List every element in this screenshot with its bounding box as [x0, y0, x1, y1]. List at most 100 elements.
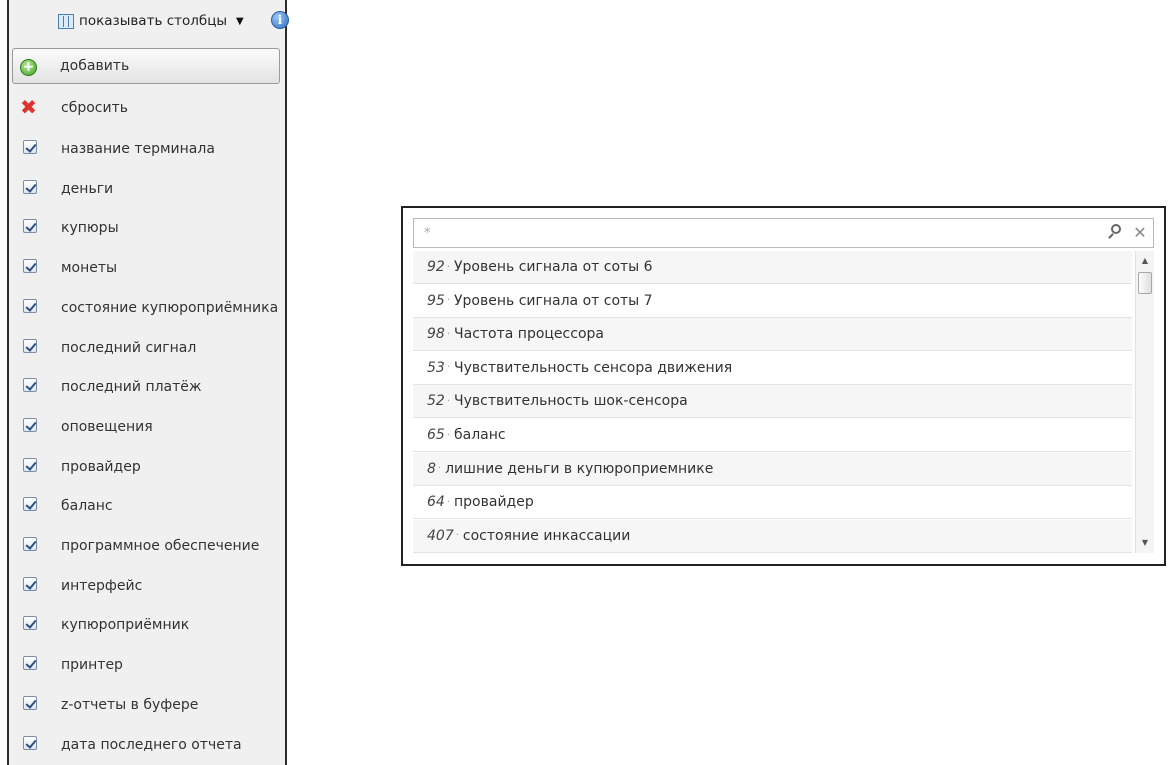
column-toggle-item[interactable]: состояние купюроприёмника [9, 289, 285, 326]
list-item-id: 98 [427, 326, 445, 343]
column-toggle-label: последний сигнал [61, 339, 197, 356]
separator-dot: · [455, 530, 459, 542]
checkbox-checked-icon[interactable] [23, 418, 37, 432]
checkbox-checked-icon[interactable] [23, 616, 37, 630]
separator-dot: · [437, 463, 442, 475]
magnifier-handle [1108, 233, 1114, 239]
list-item-id: 65 [427, 427, 445, 443]
column-toggle-item[interactable]: z-отчеты в буфере [9, 686, 285, 723]
list-item-id: 95 [427, 292, 445, 309]
reset-label: сбросить [61, 99, 128, 116]
column-toggle-item[interactable]: название терминала [9, 130, 285, 167]
checkbox-checked-icon[interactable] [23, 180, 37, 194]
column-toggle-item[interactable]: деньги [9, 170, 285, 207]
column-toggle-label: деньги [61, 180, 114, 197]
list-item-id: 52 [427, 393, 445, 410]
results-scrollbar[interactable]: ▲ ▼ [1135, 251, 1154, 553]
columns-grid-icon [58, 13, 74, 29]
reset-columns-item[interactable]: ✖ сбросить [9, 89, 285, 126]
column-toggle-item[interactable]: монеты [9, 249, 285, 286]
column-toggle-label: программное обеспечение [61, 537, 260, 554]
checkbox-checked-icon[interactable] [23, 458, 37, 472]
checkbox-checked-icon[interactable] [23, 339, 37, 353]
list-item[interactable]: 92 · Уровень сигнала от соты 6 [413, 251, 1132, 284]
column-toggle-label: название терминала [61, 140, 215, 157]
separator-dot: · [446, 429, 451, 441]
scroll-thumb[interactable] [1138, 272, 1152, 294]
list-item[interactable]: 64 · провайдер [413, 486, 1132, 520]
list-item-label: состояние инкассации [462, 527, 631, 544]
column-toggle-label: баланс [61, 497, 113, 514]
column-toggle-label: принтер [61, 656, 123, 673]
list-item-label: Чувствительность шок-сенсора [454, 393, 688, 410]
column-toggle-label: купюры [61, 219, 119, 236]
column-toggle-item[interactable]: дата последнего отчета [9, 726, 285, 763]
search-button[interactable] [1106, 219, 1128, 247]
checkbox-checked-icon[interactable] [23, 378, 37, 392]
separator-dot: · [446, 295, 451, 307]
column-toggle-label: интерфейс [61, 577, 143, 594]
column-toggle-item[interactable]: принтер [9, 646, 285, 683]
column-toggle-item[interactable]: программное обеспечение [9, 527, 285, 564]
column-toggle-label: оповещения [61, 418, 153, 435]
column-toggle-label: купюроприёмник [61, 616, 190, 633]
info-icon[interactable]: i [271, 11, 289, 29]
column-toggle-item[interactable]: баланс [9, 487, 285, 524]
red-x-icon: ✖ [20, 95, 37, 119]
column-toggle-item[interactable]: интерфейс [9, 567, 285, 604]
scroll-down-arrow-icon[interactable]: ▼ [1136, 535, 1154, 551]
show-columns-label: показывать столбцы [79, 13, 228, 29]
list-item-label: Уровень сигнала от соты 7 [454, 292, 653, 309]
checkbox-checked-icon[interactable] [23, 656, 37, 670]
list-item-label: Уровень сигнала от соты 6 [454, 259, 653, 275]
close-icon[interactable]: ✕ [1130, 220, 1150, 246]
checkbox-checked-icon[interactable] [23, 577, 37, 591]
list-item[interactable]: 65 · баланс [413, 419, 1132, 452]
column-toggle-label: состояние купюроприёмника [61, 299, 279, 316]
list-item[interactable]: 8 · лишние деньги в купюроприемнике [413, 452, 1132, 486]
column-toggle-label: z-отчеты в буфере [61, 696, 199, 713]
list-item[interactable]: 52 · Чувствительность шок-сенсора [413, 385, 1132, 419]
list-item-id: 8 [427, 460, 436, 477]
list-item[interactable]: 53 · Чувствительность сенсора движения [413, 351, 1132, 385]
column-toggle-item[interactable]: оповещения [9, 408, 285, 445]
separator-dot: · [446, 395, 451, 407]
list-item[interactable]: 95 · Уровень сигнала от соты 7 [413, 284, 1132, 318]
column-toggle-item[interactable]: провайдер [9, 448, 285, 485]
checkbox-checked-icon[interactable] [23, 219, 37, 233]
column-toggle-label: провайдер [61, 458, 141, 475]
column-toggle-item[interactable]: купюры [9, 209, 285, 246]
separator-dot: · [446, 261, 451, 273]
checkbox-checked-icon[interactable] [23, 497, 37, 511]
checkbox-checked-icon[interactable] [23, 140, 37, 154]
show-columns-button[interactable]: показывать столбцы ▼ [58, 8, 258, 34]
list-item[interactable]: 407 · состояние инкассации [413, 519, 1132, 553]
column-toggle-label: монеты [61, 259, 118, 276]
add-circle-icon: + [20, 59, 37, 76]
caret-down-icon: ▼ [236, 15, 244, 27]
search-input[interactable] [414, 219, 1124, 247]
checkbox-checked-icon[interactable] [23, 259, 37, 273]
list-item-id: 64 [427, 494, 445, 511]
parameter-search-widget: ✕ 92·Уровень сигнала от соты 695·Уровень… [401, 206, 1166, 566]
separator-dot: · [446, 496, 451, 508]
results-list: 92 · Уровень сигнала от соты 6 95 · Уровень с… [413, 251, 1132, 553]
column-toggle-item[interactable]: последний сигнал [9, 329, 285, 366]
list-item-id: 92 [427, 259, 445, 275]
checkbox-checked-icon[interactable] [23, 299, 37, 313]
search-box: ✕ [413, 218, 1154, 248]
column-toggle-item[interactable]: купюроприёмник [9, 606, 285, 643]
list-item-label: Чувствительность сенсора движения [454, 359, 733, 376]
separator-dot: · [446, 362, 451, 374]
separator-dot: · [446, 328, 451, 340]
scroll-up-arrow-icon[interactable]: ▲ [1136, 253, 1154, 269]
list-item-id: 407 [427, 527, 454, 544]
column-toggle-item[interactable]: последний платёж [9, 368, 285, 405]
list-item-label: Частота процессора [454, 326, 604, 343]
list-item-label: провайдер [454, 494, 534, 511]
checkbox-checked-icon[interactable] [23, 696, 37, 710]
checkbox-checked-icon[interactable] [23, 736, 37, 750]
add-column-item[interactable]: + добавить [12, 48, 280, 84]
list-item[interactable]: 98 · Частота процессора [413, 318, 1132, 352]
checkbox-checked-icon[interactable] [23, 537, 37, 551]
